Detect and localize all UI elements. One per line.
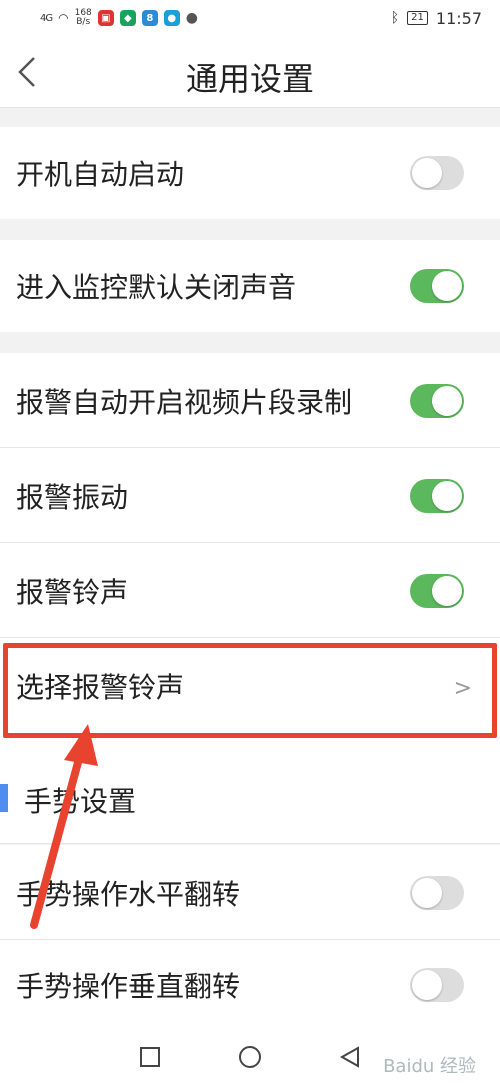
gesture-section-header: 手势设置: [0, 734, 500, 844]
clock: 11:57: [435, 8, 482, 28]
app-notification-icon: 8: [141, 10, 158, 26]
header: 通用设置: [0, 36, 500, 108]
setting-mute-on-monitor[interactable]: 进入监控默认关闭声音: [0, 240, 500, 332]
back-nav-button[interactable]: [330, 1037, 370, 1077]
circle-icon: [239, 1046, 261, 1068]
app-notification-icon: ●: [163, 10, 180, 26]
toggle-knob: [432, 575, 462, 606]
status-bar: 4G ◠ 168 B/s ▣ ◆ 8 ● ● ᛒ 21 11:57: [0, 0, 500, 36]
watermark: Baidu 经验: [383, 1056, 476, 1077]
annotation-highlight-box: [3, 643, 497, 738]
setting-horizontal-flip[interactable]: 手势操作水平翻转: [0, 845, 500, 940]
mute-on-monitor-toggle[interactable]: [410, 269, 464, 303]
speed-unit: B/s: [76, 17, 91, 27]
network-speed: 168 B/s: [75, 9, 92, 27]
setting-label: 手势操作垂直翻转: [16, 970, 241, 1003]
setting-alarm-vibrate[interactable]: 报警振动: [0, 448, 500, 543]
battery-icon: 21: [407, 11, 428, 25]
setting-label: 开机自动启动: [16, 158, 185, 191]
bluetooth-icon: ᛒ: [390, 10, 400, 26]
toggle-knob: [432, 385, 462, 416]
alarm-record-toggle[interactable]: [410, 383, 464, 418]
setting-label: 报警铃声: [16, 575, 129, 609]
section-title: 手势设置: [24, 785, 137, 818]
alarm-vibrate-toggle[interactable]: [410, 478, 464, 513]
horizontal-flip-toggle[interactable]: [410, 875, 464, 910]
status-right: ᛒ 21 11:57: [391, 9, 482, 28]
toggle-knob: [412, 877, 442, 908]
setting-auto-start[interactable]: 开机自动启动: [0, 127, 500, 219]
setting-vertical-flip[interactable]: 手势操作垂直翻转: [0, 940, 500, 1030]
setting-label: 进入监控默认关闭声音: [16, 271, 297, 304]
square-icon: [140, 1047, 160, 1067]
section-accent-bar: [0, 784, 8, 812]
auto-start-toggle[interactable]: [410, 156, 464, 190]
home-button[interactable]: [230, 1037, 270, 1077]
toggle-knob: [432, 271, 462, 301]
alarm-ringtone-toggle[interactable]: [410, 573, 464, 608]
toggle-knob: [432, 480, 462, 511]
setting-label: 报警自动开启视频片段录制: [16, 385, 353, 419]
page-title: 通用设置: [185, 60, 314, 98]
setting-label: 手势操作水平翻转: [16, 877, 241, 911]
signal-icon: 4G: [40, 12, 53, 24]
toggle-knob: [412, 970, 442, 1000]
recent-apps-button[interactable]: [130, 1037, 170, 1077]
vertical-flip-toggle[interactable]: [410, 968, 464, 1002]
wifi-icon: ◠: [58, 11, 69, 25]
setting-alarm-ringtone[interactable]: 报警铃声: [0, 543, 500, 638]
setting-alarm-record[interactable]: 报警自动开启视频片段录制: [0, 353, 500, 448]
app-notification-icon: ▣: [97, 10, 114, 26]
app-notification-icon: ◆: [119, 10, 136, 26]
toggle-knob: [412, 158, 442, 188]
setting-label: 报警振动: [16, 480, 129, 514]
status-left: 4G ◠ 168 B/s ▣ ◆ 8 ● ●: [40, 9, 198, 27]
triangle-back-icon: [339, 1046, 359, 1068]
message-icon: ●: [185, 10, 199, 26]
